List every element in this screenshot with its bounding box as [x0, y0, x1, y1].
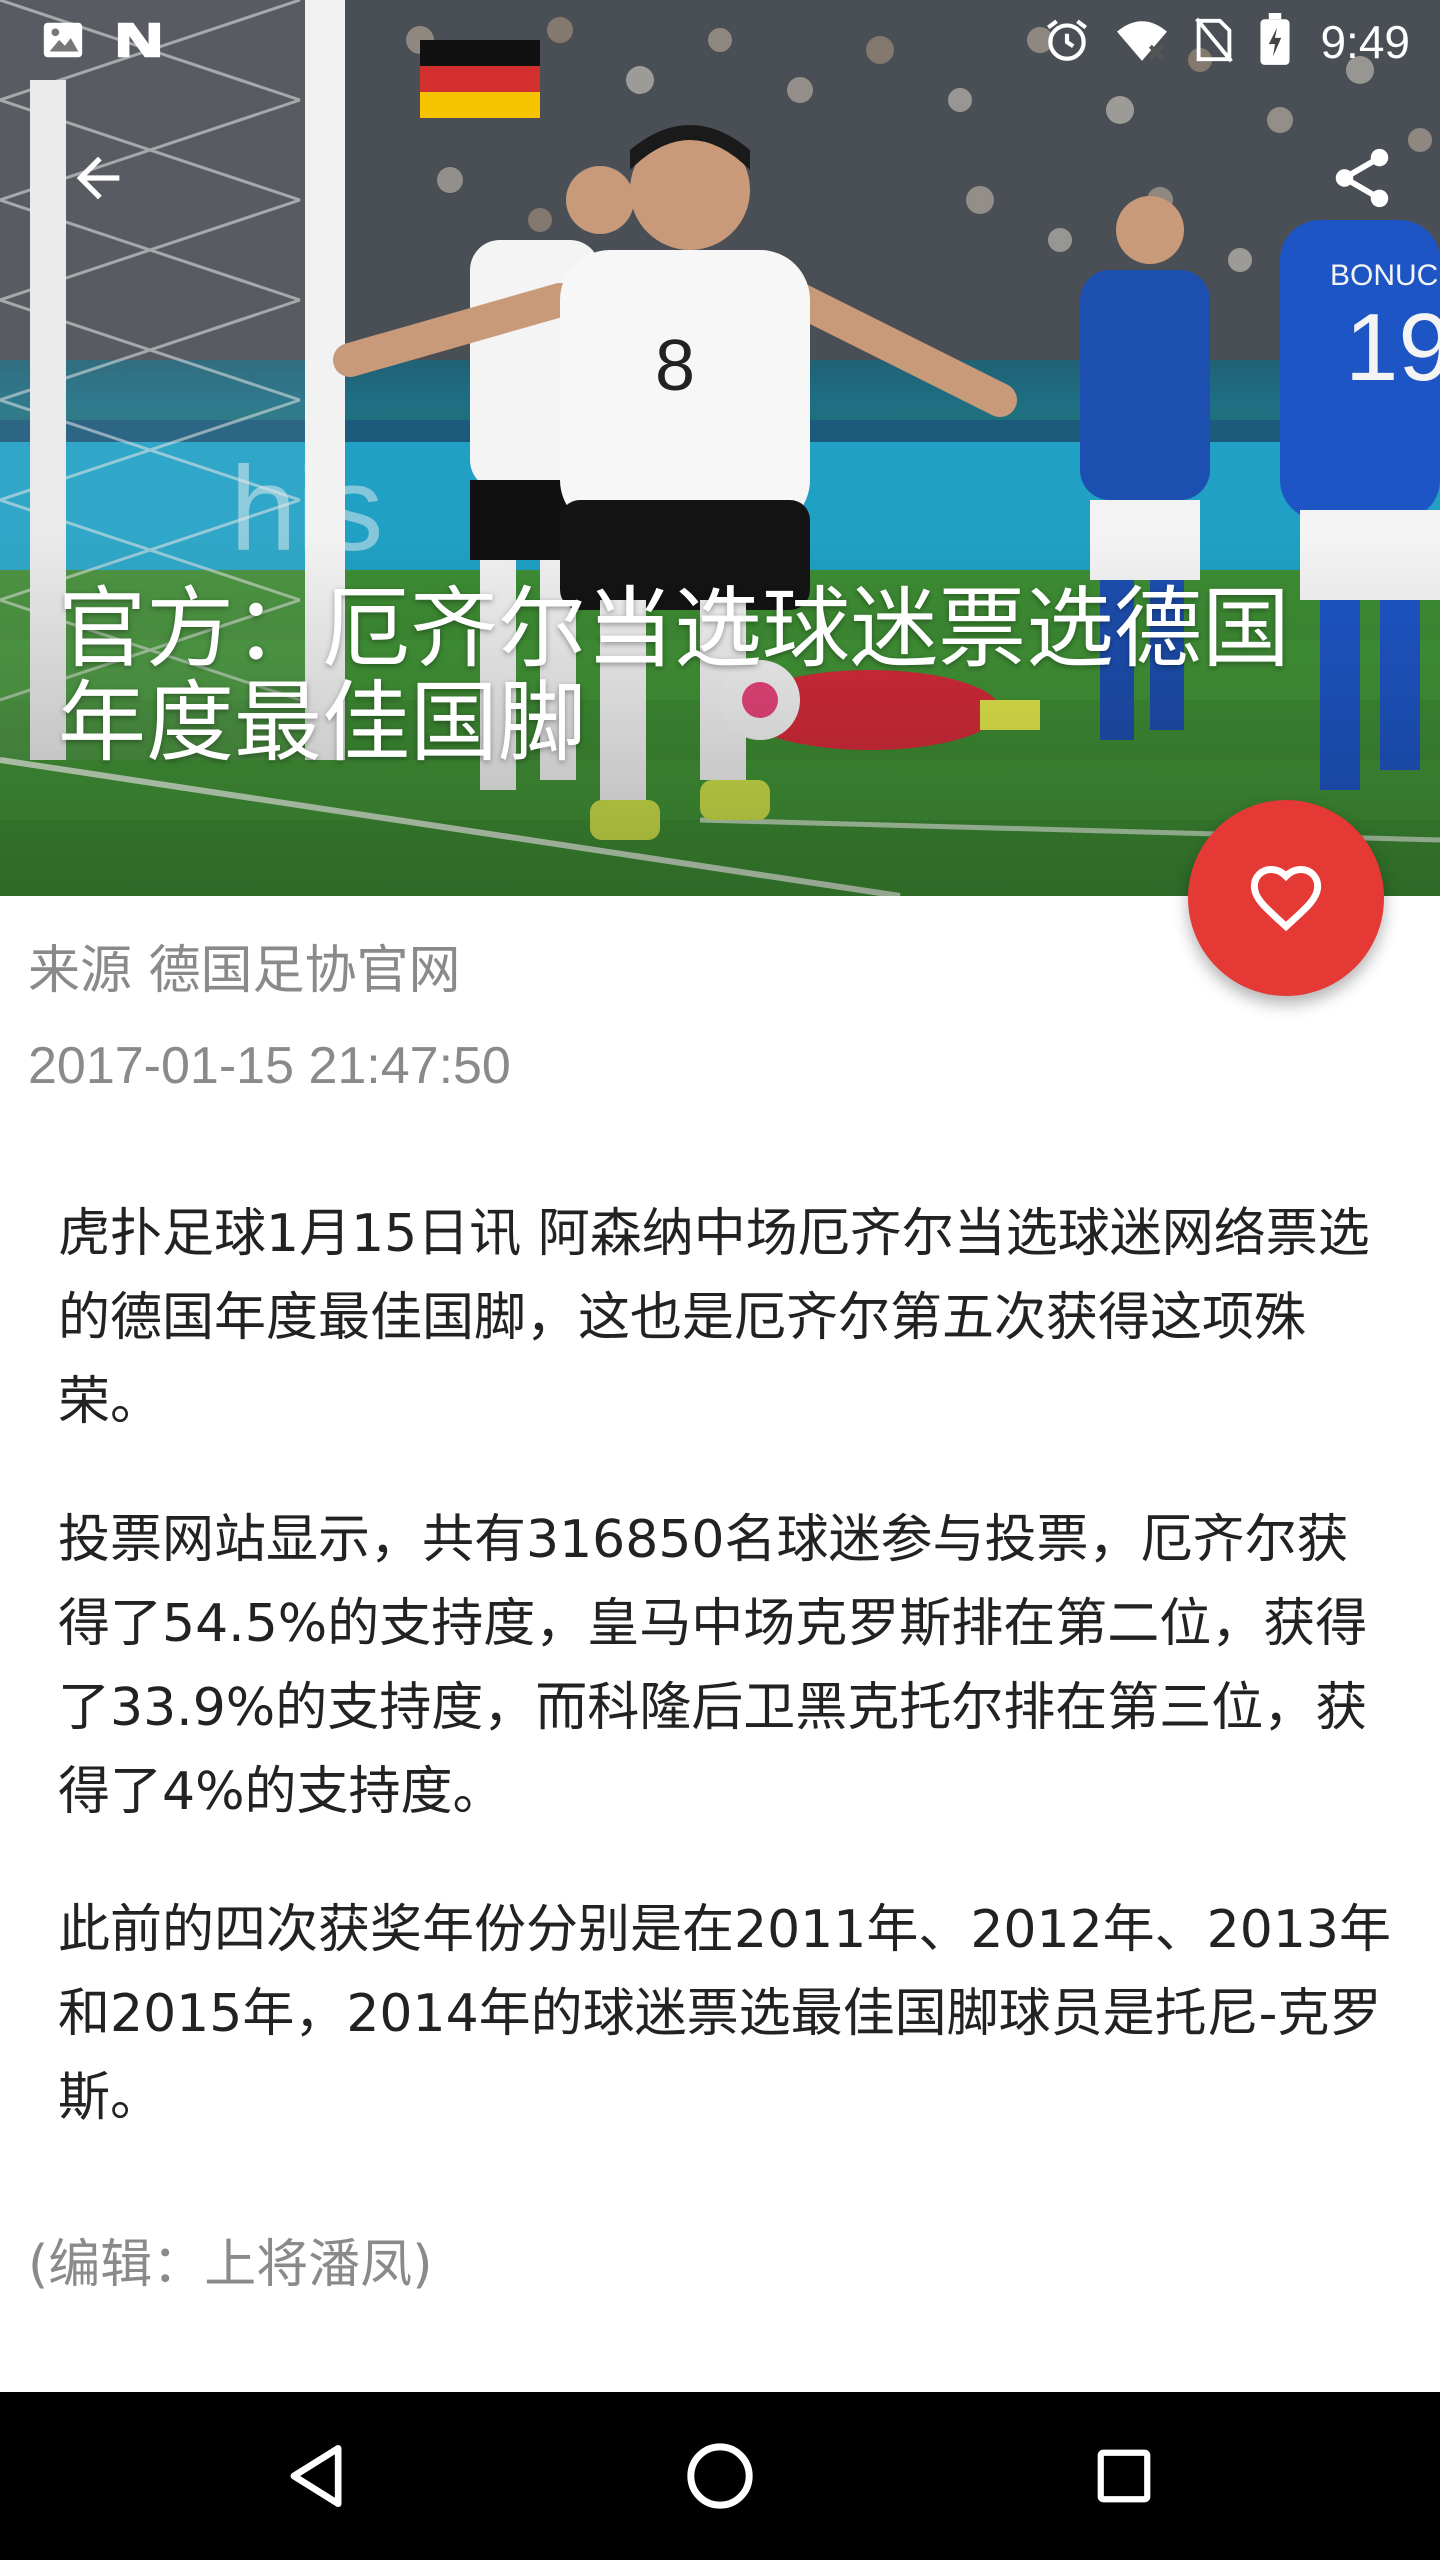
svg-text:19: 19 [1345, 294, 1440, 401]
image-icon [40, 17, 86, 67]
nav-home-button[interactable] [670, 2426, 770, 2526]
nav-home-icon [687, 2443, 753, 2509]
article-editor: (编辑：上将潘凤) [28, 2235, 433, 2295]
system-navigation-bar [0, 2392, 1440, 2560]
article-paragraph: 此前的四次获奖年份分别是在2011年、2012年、2013年和2015年，201… [58, 1900, 1392, 2128]
hero-image: his e [0, 0, 1440, 896]
status-bar: 9:49 [0, 0, 1440, 84]
article-datetime: 2017-01-15 21:47:50 [28, 1037, 511, 1095]
no-sim-icon [1192, 15, 1236, 69]
nav-recents-button[interactable] [1074, 2426, 1174, 2526]
nav-back-button[interactable] [266, 2426, 366, 2526]
n-notification-icon [114, 17, 164, 67]
arrow-back-icon [76, 156, 120, 200]
nav-back-icon [290, 2444, 342, 2508]
alarm-icon [1042, 15, 1092, 69]
share-button[interactable] [1314, 130, 1410, 226]
news-detail-screen: his e [0, 0, 1440, 2560]
article-source: 来源 德国足协官网 [28, 941, 461, 1001]
heart-outline-icon [1250, 866, 1322, 932]
svg-text:8: 8 [655, 326, 695, 406]
share-icon [1335, 148, 1389, 208]
article-paragraph: 投票网站显示，共有316850名球迷参与投票，厄齐尔获得了54.5%的支持度，皇… [58, 1510, 1368, 1822]
svg-text:BONUCCI: BONUCCI [1330, 259, 1440, 292]
article-paragraph: 虎扑足球1月15日讯 阿森纳中场厄齐尔当选球迷网络票选的德国年度最佳国脚，这也是… [58, 1204, 1370, 1432]
favorite-button[interactable] [1188, 800, 1384, 996]
wifi-icon [1114, 15, 1170, 69]
back-button[interactable] [50, 130, 146, 226]
article-body: 虎扑足球1月15日讯 阿森纳中场厄齐尔当选球迷网络票选的德国年度最佳国脚，这也是… [58, 1192, 1398, 2194]
status-time: 9:49 [1320, 16, 1410, 68]
article-title: 官方：厄齐尔当选球迷票选德国年度最佳国脚 [58, 577, 1291, 774]
nav-recents-icon [1097, 2449, 1151, 2503]
battery-charging-icon [1258, 13, 1292, 71]
